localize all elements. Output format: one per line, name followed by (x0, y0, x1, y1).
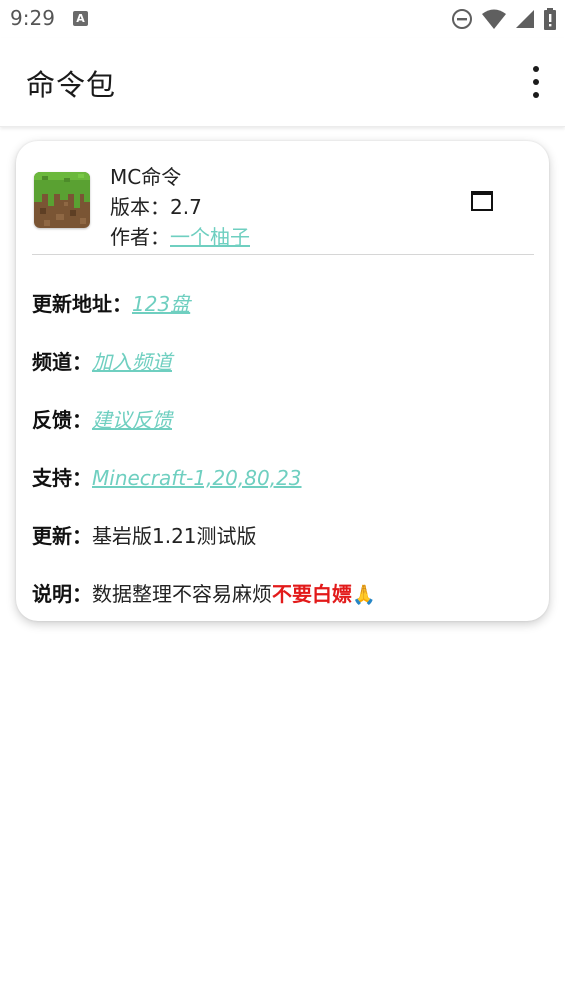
support-link[interactable]: Minecraft-1,20,80,23 (92, 466, 302, 490)
pack-card: MC命令 版本：2.7 作者：一个柚子 更新地址：123盘 频道：加入频道 反馈… (16, 141, 549, 621)
a-notification-icon: A (73, 11, 88, 26)
update-url-link[interactable]: 123盘 (132, 292, 190, 316)
author-label: 作者： (110, 225, 170, 249)
description-row: 说明：数据整理不容易麻烦不要白嫖🙏 (32, 578, 376, 607)
description-label: 说明： (32, 582, 92, 606)
window-icon[interactable] (471, 191, 493, 211)
grass-block-icon (34, 172, 90, 228)
status-time: 9:29 (10, 6, 55, 30)
join-channel-link[interactable]: 加入频道 (92, 350, 172, 374)
description-text: 数据整理不容易麻烦 (92, 582, 272, 606)
pack-version: 版本：2.7 (110, 191, 202, 220)
app-bar: 命令包 (0, 38, 565, 127)
update-url-label: 更新地址： (32, 292, 132, 316)
more-vert-icon-dot (533, 79, 539, 85)
update-label: 更新： (32, 524, 92, 548)
update-row: 更新：基岩版1.21测试版 (32, 520, 257, 549)
more-vert-icon-dot (533, 66, 539, 72)
feedback-link[interactable]: 建议反馈 (92, 408, 172, 432)
more-options-button[interactable] (529, 66, 543, 98)
feedback-row: 反馈：建议反馈 (32, 404, 172, 433)
pack-author: 作者：一个柚子 (110, 221, 250, 250)
pray-icon: 🙏 (352, 584, 376, 606)
support-label: 支持： (32, 466, 92, 490)
feedback-label: 反馈： (32, 408, 92, 432)
pack-name: MC命令 (110, 165, 182, 189)
support-row: 支持：Minecraft-1,20,80,23 (32, 462, 302, 491)
more-vert-icon-dot (533, 92, 539, 98)
battery-icon (544, 8, 556, 30)
status-icons (451, 7, 557, 31)
version-value: 2.7 (170, 195, 202, 219)
channel-row: 频道：加入频道 (32, 346, 172, 375)
version-label: 版本： (110, 195, 170, 219)
update-url-row: 更新地址：123盘 (32, 288, 190, 317)
divider (32, 254, 534, 255)
wifi-icon (482, 9, 506, 29)
dnd-icon (452, 9, 472, 29)
signal-icon (516, 10, 534, 28)
page-title: 命令包 (26, 68, 117, 102)
update-value: 基岩版1.21测试版 (92, 524, 257, 548)
warning-text: 不要白嫖 (272, 582, 352, 606)
status-bar: 9:29 A (0, 0, 565, 38)
channel-label: 频道： (32, 350, 92, 374)
author-link[interactable]: 一个柚子 (170, 225, 250, 249)
